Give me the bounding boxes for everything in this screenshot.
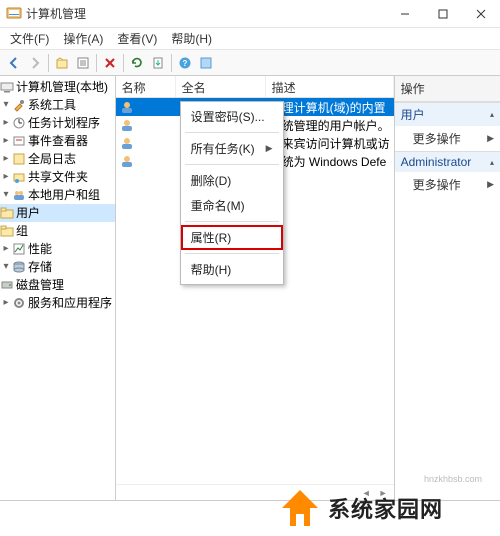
menu-properties[interactable]: 属性(R) [181, 225, 283, 250]
submenu-arrow-icon: ▶ [487, 133, 494, 144]
menu-separator [185, 253, 279, 254]
toolbar: ? [0, 50, 500, 76]
event-icon [12, 134, 26, 148]
tree-global-log[interactable]: ▸ 全局日志 [0, 150, 115, 168]
col-fullname[interactable]: 全名 [176, 76, 266, 97]
menubar: 文件(F) 操作(A) 查看(V) 帮助(H) [0, 28, 500, 50]
perf-icon [12, 242, 26, 256]
user-icon [120, 136, 134, 150]
statusbar [0, 500, 500, 518]
menu-separator [185, 132, 279, 133]
expand-icon[interactable]: ▸ [0, 241, 12, 257]
app-icon [6, 6, 22, 22]
tree-storage[interactable]: ▾ 存储 [0, 258, 115, 276]
tree-groups[interactable]: 组 [0, 222, 115, 240]
horizontal-scrollbar[interactable]: ◄ ► [116, 484, 394, 500]
collapse-icon[interactable]: ▾ [0, 187, 12, 203]
expand-icon[interactable]: ▸ [0, 133, 12, 149]
forward-icon[interactable] [25, 53, 45, 73]
refresh-icon[interactable] [127, 53, 147, 73]
services-icon [12, 296, 26, 310]
menu-rename[interactable]: 重命名(M) [181, 193, 283, 218]
close-button[interactable] [462, 0, 500, 28]
menu-separator [185, 221, 279, 222]
menu-file[interactable]: 文件(F) [4, 29, 55, 48]
properties-icon[interactable] [73, 53, 93, 73]
tree: 计算机管理(本地) ▾ 系统工具 ▸ 任务计划程序 ▸ 事件查看器 ▸ 全局日志 [0, 78, 115, 312]
share-icon [12, 170, 26, 184]
col-description[interactable]: 描述 [266, 76, 394, 97]
main-pane: 名称 全名 描述 管理计算机(域)的内置 系统管理的用户帐户。 供来宾访问计算机… [116, 76, 395, 500]
collapse-icon[interactable]: ▴ [490, 110, 494, 119]
tree-performance[interactable]: ▸ 性能 [0, 240, 115, 258]
actions-section-admin[interactable]: Administrator▴ [395, 151, 500, 172]
tree-task-scheduler[interactable]: ▸ 任务计划程序 [0, 114, 115, 132]
collapse-icon[interactable]: ▴ [490, 158, 494, 167]
tree-local-users-groups[interactable]: ▾ 本地用户和组 [0, 186, 115, 204]
computer-icon [0, 80, 14, 94]
tree-services-apps[interactable]: ▸ 服务和应用程序 [0, 294, 115, 312]
context-menu: 设置密码(S)... 所有任务(K)▶ 删除(D) 重命名(M) 属性(R) 帮… [180, 101, 284, 285]
view-icon[interactable] [196, 53, 216, 73]
tree-users[interactable]: 用户 [0, 204, 115, 222]
maximize-button[interactable] [424, 0, 462, 28]
actions-section-users[interactable]: 用户▴ [395, 102, 500, 126]
tools-icon [12, 98, 26, 112]
list-header: 名称 全名 描述 [116, 76, 394, 98]
menu-all-tasks[interactable]: 所有任务(K)▶ [181, 136, 283, 161]
user-icon [120, 100, 134, 114]
users-icon [12, 188, 26, 202]
menu-separator [185, 164, 279, 165]
expand-icon[interactable]: ▸ [0, 295, 12, 311]
menu-delete[interactable]: 删除(D) [181, 168, 283, 193]
svg-text:?: ? [183, 59, 188, 68]
expand-icon[interactable]: ▸ [0, 169, 12, 185]
delete-icon[interactable] [100, 53, 120, 73]
user-icon [120, 118, 134, 132]
scheduler-icon [12, 116, 26, 130]
menu-action[interactable]: 操作(A) [57, 29, 109, 48]
log-icon [12, 152, 26, 166]
tree-disk-management[interactable]: 磁盘管理 [0, 276, 115, 294]
folder-icon [0, 224, 14, 238]
col-name[interactable]: 名称 [116, 76, 176, 97]
collapse-icon[interactable]: ▾ [0, 259, 12, 275]
window-buttons [386, 0, 500, 28]
scroll-left-icon[interactable]: ◄ [358, 488, 375, 498]
actions-title: 操作 [395, 76, 500, 102]
submenu-arrow-icon: ▶ [266, 143, 273, 154]
menu-help[interactable]: 帮助(H) [181, 257, 283, 282]
menu-help[interactable]: 帮助(H) [165, 29, 218, 48]
collapse-icon[interactable]: ▾ [0, 97, 12, 113]
export-icon[interactable] [148, 53, 168, 73]
disk-icon [0, 278, 14, 292]
tree-shared-folders[interactable]: ▸ 共享文件夹 [0, 168, 115, 186]
menu-set-password[interactable]: 设置密码(S)... [181, 104, 283, 129]
actions-more-users[interactable]: 更多操作▶ [395, 126, 500, 151]
actions-pane: 操作 用户▴ 更多操作▶ Administrator▴ 更多操作▶ [395, 76, 500, 500]
tree-system-tools[interactable]: ▾ 系统工具 [0, 96, 115, 114]
tree-event-viewer[interactable]: ▸ 事件查看器 [0, 132, 115, 150]
up-icon[interactable] [52, 53, 72, 73]
tree-pane[interactable]: 计算机管理(本地) ▾ 系统工具 ▸ 任务计划程序 ▸ 事件查看器 ▸ 全局日志 [0, 76, 116, 500]
expand-icon[interactable]: ▸ [0, 115, 12, 131]
minimize-button[interactable] [386, 0, 424, 28]
storage-icon [12, 260, 26, 274]
back-icon[interactable] [4, 53, 24, 73]
scroll-right-icon[interactable]: ► [375, 488, 392, 498]
menu-view[interactable]: 查看(V) [111, 29, 163, 48]
tree-root[interactable]: 计算机管理(本地) [0, 78, 115, 96]
client-area: 计算机管理(本地) ▾ 系统工具 ▸ 任务计划程序 ▸ 事件查看器 ▸ 全局日志 [0, 76, 500, 500]
actions-more-admin[interactable]: 更多操作▶ [395, 172, 500, 197]
expand-icon[interactable]: ▸ [0, 151, 12, 167]
titlebar: 计算机管理 [0, 0, 500, 28]
window-title: 计算机管理 [26, 5, 386, 22]
list-body[interactable]: 管理计算机(域)的内置 系统管理的用户帐户。 供来宾访问计算机或访 系统为 Wi… [116, 98, 394, 500]
submenu-arrow-icon: ▶ [487, 179, 494, 190]
user-icon [120, 154, 134, 168]
folder-icon [0, 206, 14, 220]
help-icon[interactable]: ? [175, 53, 195, 73]
